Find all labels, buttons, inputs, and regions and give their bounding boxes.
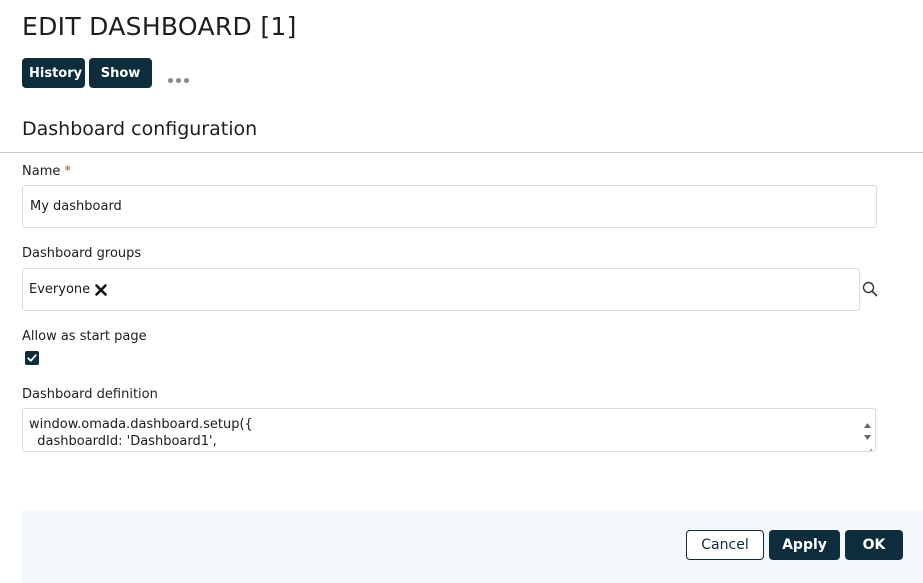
history-button[interactable]: History	[22, 58, 85, 88]
groups-label: Dashboard groups	[22, 246, 142, 261]
checkmark-icon	[27, 354, 37, 362]
definition-label: Dashboard definition	[22, 387, 158, 402]
edit-dashboard-page: EDIT DASHBOARD [1] History Show Dashboar…	[0, 0, 923, 583]
name-label: Name *	[22, 164, 71, 179]
section-title: Dashboard configuration	[22, 118, 258, 140]
more-horizontal-icon[interactable]	[168, 77, 189, 83]
group-chip: Everyone	[29, 282, 108, 297]
name-label-text: Name	[22, 164, 61, 179]
page-title: EDIT DASHBOARD [1]	[22, 12, 297, 41]
start-page-checkbox[interactable]	[25, 351, 39, 365]
search-icon[interactable]	[862, 281, 878, 297]
resize-handle-icon[interactable]	[865, 441, 873, 451]
code-line: dashboardId: 'Dashboard1',	[29, 434, 217, 449]
start-page-label: Allow as start page	[22, 329, 147, 344]
toolbar: History Show	[22, 58, 189, 88]
definition-textarea[interactable]: window.omada.dashboard.setup({ dashboard…	[22, 408, 876, 452]
scroll-up-arrow-icon[interactable]	[863, 414, 872, 428]
show-button[interactable]: Show	[89, 58, 152, 88]
group-chip-label: Everyone	[29, 282, 91, 297]
section-divider	[0, 152, 923, 153]
groups-field[interactable]: Everyone	[22, 268, 860, 311]
cancel-button[interactable]: Cancel	[686, 530, 764, 560]
code-line: window.omada.dashboard.setup({	[29, 417, 253, 432]
apply-button[interactable]: Apply	[769, 530, 840, 560]
definition-code: window.omada.dashboard.setup({ dashboard…	[29, 416, 253, 450]
required-marker: *	[64, 164, 72, 179]
name-input[interactable]	[22, 185, 877, 228]
scroll-down-arrow-icon[interactable]	[863, 426, 872, 440]
ok-button[interactable]: OK	[845, 530, 903, 560]
close-icon[interactable]	[94, 283, 108, 297]
